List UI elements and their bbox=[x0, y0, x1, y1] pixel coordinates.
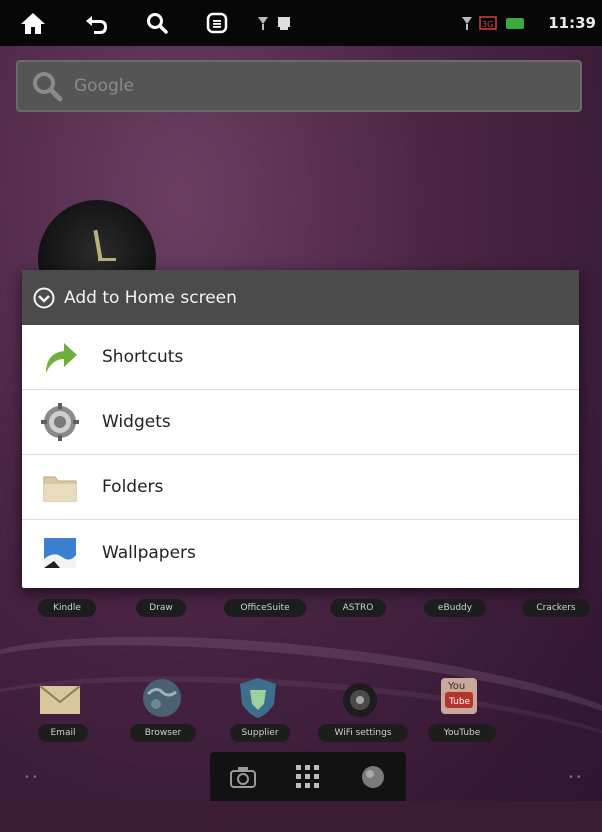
app-label-draw[interactable]: Draw bbox=[136, 599, 186, 617]
google-search-bar[interactable]: Google bbox=[16, 60, 582, 112]
dialog-item-widgets[interactable]: Widgets bbox=[22, 390, 579, 455]
app-label-email[interactable]: Email bbox=[38, 724, 88, 742]
search-icon[interactable] bbox=[142, 0, 172, 46]
clock-minute-hand bbox=[98, 258, 116, 261]
dialog-item-label: Shortcuts bbox=[102, 347, 184, 367]
clock-hour-hand bbox=[93, 229, 103, 261]
browser-icon[interactable] bbox=[355, 759, 391, 795]
dialog-chevron-icon[interactable] bbox=[32, 286, 56, 310]
apps-grid-icon[interactable] bbox=[290, 759, 326, 795]
bottom-dock bbox=[210, 752, 406, 801]
page-indicator-right: •• bbox=[568, 772, 584, 783]
svg-text:3G: 3G bbox=[482, 20, 493, 29]
signal-icon: 3G bbox=[460, 0, 540, 46]
wifi-settings-icon[interactable] bbox=[338, 678, 382, 722]
search-placeholder: Google bbox=[74, 76, 134, 96]
dialog-header: Add to Home screen bbox=[22, 270, 579, 325]
folder-icon bbox=[40, 467, 80, 507]
back-icon[interactable] bbox=[82, 0, 112, 46]
youtube-icon[interactable]: You Tube bbox=[437, 674, 481, 718]
status-clock: 11:39 bbox=[548, 14, 596, 32]
app-label-ebuddy[interactable]: eBuddy bbox=[424, 599, 486, 617]
home-icon[interactable] bbox=[18, 0, 48, 46]
add-to-home-dialog: Add to Home screen Shortcuts Widgets Fol… bbox=[22, 270, 579, 588]
notification-icon[interactable] bbox=[252, 0, 300, 46]
wallpaper-icon bbox=[40, 533, 80, 573]
shield-icon[interactable] bbox=[236, 676, 280, 720]
app-label-officesuite[interactable]: OfficeSuite bbox=[224, 599, 306, 617]
app-label-crackers[interactable]: Crackers bbox=[522, 599, 590, 617]
browser-globe-icon[interactable] bbox=[140, 676, 184, 720]
app-label-youtube[interactable]: YouTube bbox=[428, 724, 496, 742]
dialog-item-label: Widgets bbox=[102, 412, 171, 432]
svg-text:You: You bbox=[447, 681, 465, 692]
svg-text:Tube: Tube bbox=[448, 697, 471, 707]
app-label-kindle[interactable]: Kindle bbox=[38, 599, 96, 617]
dialog-item-folders[interactable]: Folders bbox=[22, 455, 579, 520]
status-bar: 3G 11:39 bbox=[0, 0, 602, 46]
app-label-browser[interactable]: Browser bbox=[130, 724, 196, 742]
app-label-astro[interactable]: ASTRO bbox=[330, 599, 386, 617]
email-icon[interactable] bbox=[38, 676, 82, 720]
widgets-gear-icon bbox=[40, 402, 80, 442]
dialog-item-wallpapers[interactable]: Wallpapers bbox=[22, 520, 579, 585]
dialog-item-label: Folders bbox=[102, 477, 164, 497]
shortcut-arrow-icon bbox=[40, 337, 80, 377]
dialog-title: Add to Home screen bbox=[64, 287, 237, 308]
dialog-item-label: Wallpapers bbox=[102, 542, 196, 563]
menu-icon[interactable] bbox=[202, 0, 232, 46]
search-icon bbox=[30, 69, 64, 103]
page-indicator-left: •• bbox=[24, 772, 40, 783]
app-label-wifi-settings[interactable]: WiFi settings bbox=[318, 724, 408, 742]
camera-icon[interactable] bbox=[225, 759, 261, 795]
dialog-item-shortcuts[interactable]: Shortcuts bbox=[22, 325, 579, 390]
app-label-supplier[interactable]: Supplier bbox=[230, 724, 290, 742]
